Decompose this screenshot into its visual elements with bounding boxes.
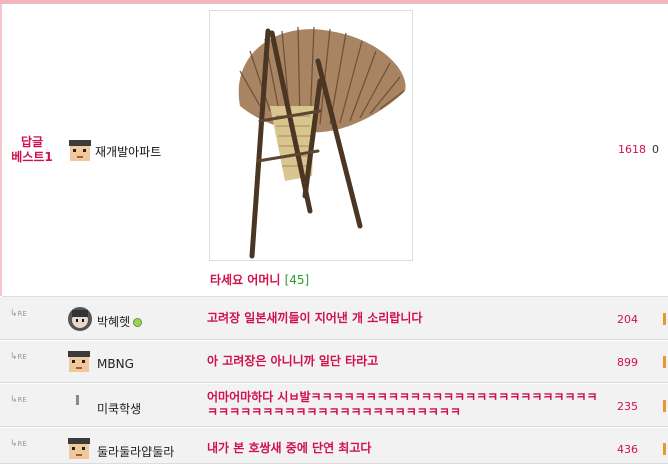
author-name-text[interactable]: 박혜헷	[97, 315, 130, 329]
reply-title[interactable]: 어마어마하다 시ㅂ발ㅋㅋㅋㅋㅋㅋㅋㅋㅋㅋㅋㅋㅋㅋㅋㅋㅋㅋㅋㅋㅋㅋㅋㅋㅋㅋㅋㅋㅋㅋ…	[207, 390, 607, 420]
reply-arrow-icon: ↳	[10, 309, 18, 319]
score: 235	[617, 400, 638, 413]
zero-count: 0	[652, 143, 659, 156]
re-label: RE	[17, 353, 27, 361]
author-name[interactable]: 재개발아파트	[95, 143, 161, 160]
best-badge: 답글 베스트1	[8, 135, 56, 165]
reply-indicator: ↳RE	[10, 439, 27, 449]
comment-count: [45]	[284, 273, 310, 287]
post-title-text[interactable]: 타세요 어머니	[210, 273, 280, 287]
author-name[interactable]: MBNG	[97, 357, 134, 371]
author-name[interactable]: 둘라둘라얍둘라	[97, 443, 174, 460]
score-marker	[663, 356, 666, 368]
re-label: RE	[17, 396, 27, 404]
reply-arrow-icon: ↳	[10, 352, 18, 362]
re-label: RE	[17, 310, 27, 318]
best-badge-line2: 베스트1	[11, 150, 53, 164]
re-label: RE	[17, 440, 27, 448]
post-title[interactable]: 타세요 어머니 [45]	[210, 271, 309, 288]
reply-title[interactable]: 고려장 일본새끼들이 지어낸 개 소리랍니다	[207, 311, 422, 326]
reply-row: ↳RE MBNG 아 고려장은 아니니까 일단 타라고 899	[0, 341, 668, 383]
reply-row: ↳RE 둘라둘라얍둘라 내가 본 호쌍새 중에 단연 최고다 436	[0, 428, 668, 464]
reply-indicator: ↳RE	[10, 352, 27, 362]
score-marker	[663, 443, 666, 455]
avatar[interactable]	[75, 395, 81, 410]
author-name[interactable]: 박혜헷	[97, 313, 143, 330]
reply-indicator: ↳RE	[10, 395, 27, 405]
reply-arrow-icon: ↳	[10, 439, 18, 449]
avatar[interactable]	[67, 350, 91, 377]
reply-row: ↳RE 박혜헷 고려장 일본새끼들이 지어낸 개 소리랍니다 204	[0, 297, 668, 340]
reply-arrow-icon: ↳	[10, 395, 18, 405]
best-badge-line1: 답글	[20, 135, 44, 149]
avatar[interactable]	[68, 139, 92, 166]
reply-indicator: ↳RE	[10, 309, 27, 319]
reply-title[interactable]: 내가 본 호쌍새 중에 단연 최고다	[207, 441, 371, 456]
score: 436	[617, 443, 638, 456]
score: 204	[617, 313, 638, 326]
best-reply: 답글 베스트1 재개발아파트 타세요 어머니 [45] 1618 0	[2, 4, 668, 297]
score: 1618	[618, 143, 646, 156]
post-photo[interactable]	[209, 10, 413, 261]
reply-row: ↳RE 미쿡학생 어마어마하다 시ㅂ발ㅋㅋㅋㅋㅋㅋㅋㅋㅋㅋㅋㅋㅋㅋㅋㅋㅋㅋㅋㅋㅋ…	[0, 384, 668, 427]
avatar[interactable]	[67, 437, 91, 464]
avatar[interactable]	[67, 306, 93, 335]
score-marker	[663, 400, 666, 412]
score-marker	[663, 313, 666, 325]
online-status-icon	[133, 318, 143, 327]
score: 899	[617, 356, 638, 369]
reply-title[interactable]: 아 고려장은 아니니까 일단 타라고	[207, 354, 378, 369]
author-name[interactable]: 미쿡학생	[97, 400, 141, 417]
